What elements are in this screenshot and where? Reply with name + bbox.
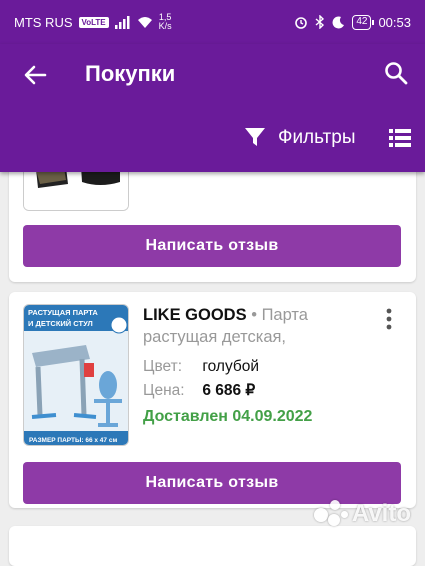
svg-text:РАЗМЕР ПАРТЫ: 66 x 47 см: РАЗМЕР ПАРТЫ: 66 x 47 см [29,437,117,444]
color-value: голубой [202,358,260,375]
page-title: Покупки [85,61,176,86]
clock: 00:53 [378,14,411,30]
svg-text:И ДЕТСКИЙ СТУЛ: И ДЕТСКИЙ СТУЛ [28,319,93,328]
svg-text:РАСТУЩАЯ ПАРТА: РАСТУЩАЯ ПАРТА [28,308,98,317]
write-review-button[interactable]: Написать отзыв [23,225,401,267]
filter-icon[interactable] [244,126,266,148]
app-bar: Покупки Фильтры [0,44,425,172]
product-thumbnail[interactable]: РАСТУЩАЯ ПАРТА И ДЕТСКИЙ СТУЛ РАЗМЕР ПАР… [23,304,129,446]
more-options-icon[interactable] [384,308,394,330]
price-row: Цена: 6 686 ₽ [143,381,255,400]
back-arrow-icon[interactable] [20,60,50,90]
price-label: Цена: [143,382,185,399]
delivery-status: Доставлен 04.09.2022 [143,408,313,425]
volte-badge: VoLTE [78,16,109,28]
brand-name: LIKE GOODS [143,306,247,324]
color-row: Цвет: голубой [143,358,259,376]
avito-watermark: Avito [313,500,411,528]
moon-icon [332,15,345,28]
avito-logo-icon [313,500,348,528]
order-card[interactable] [9,526,416,566]
carrier-label: MTS RUS [14,14,73,30]
battery-indicator: 42 [352,14,375,30]
write-review-button[interactable]: Написать отзыв [23,462,401,504]
color-label: Цвет: [143,358,183,375]
network-speed: 1,5 K/s [158,12,172,31]
wifi-icon [137,16,152,28]
filter-button[interactable]: Фильтры [278,127,355,149]
list-view-icon[interactable] [389,128,411,148]
search-icon[interactable] [383,60,409,86]
product-image: РАСТУЩАЯ ПАРТА И ДЕТСКИЙ СТУЛ РАЗМЕР ПАР… [24,305,128,445]
title-separator: • [251,306,257,324]
signal-icon [114,15,130,29]
watermark-text: Avito [351,500,411,527]
price-value: 6 686 ₽ [202,382,256,399]
bluetooth-icon [315,15,325,29]
alarm-icon [295,17,308,29]
product-title[interactable]: LIKE GOODS • Парта растущая детская, [143,304,363,348]
status-bar: MTS RUS VoLTE 1,5 K/s 42 00:53 [0,0,425,44]
order-card[interactable]: РАСТУЩАЯ ПАРТА И ДЕТСКИЙ СТУЛ РАЗМЕР ПАР… [9,292,416,508]
